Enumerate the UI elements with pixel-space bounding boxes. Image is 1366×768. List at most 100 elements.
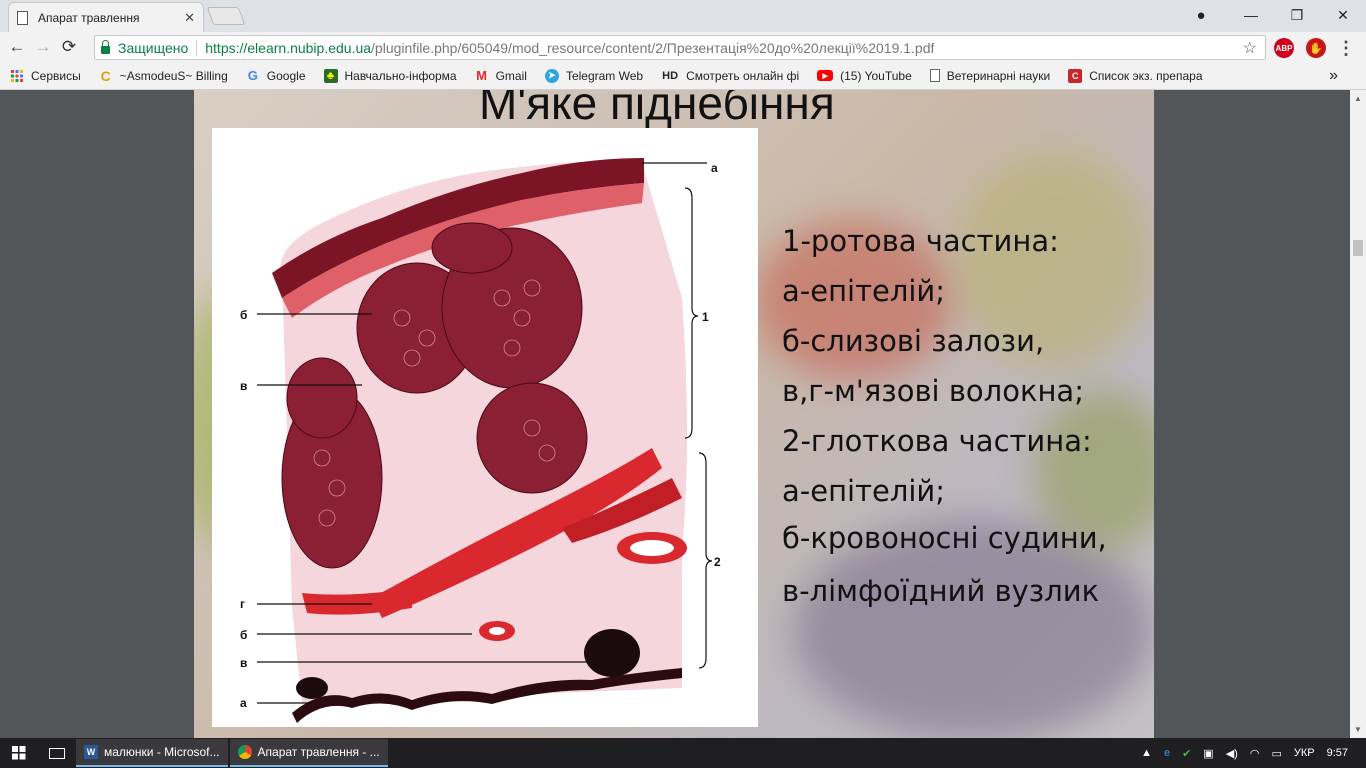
label-b-top: б — [240, 308, 247, 322]
label-b-bottom: б — [240, 628, 247, 642]
bookmark-label: Ветеринарні науки — [946, 68, 1051, 83]
bookmark-label: Навчально-інформа — [344, 68, 457, 83]
slide-line: в,г-м'язові волокна; — [782, 374, 1084, 408]
taskbar-word-window[interactable]: W малюнки - Microsof... — [76, 739, 228, 767]
bookmark-label: Google — [266, 68, 306, 83]
browser-toolbar: ← → ⟳ Защищено https://elearn.nubip.edu.… — [0, 32, 1366, 62]
bookmark-youtube[interactable]: ▶ (15) YouTube — [817, 69, 912, 83]
label-a-bottom: а — [240, 696, 247, 710]
taskbar: W малюнки - Microsof... Апарат травлення… — [0, 738, 1366, 768]
battery-icon[interactable]: ▭ — [1271, 747, 1281, 760]
volume-icon[interactable]: ◀) — [1226, 747, 1238, 760]
slide-line: в-лімфоїдний вузлик — [782, 574, 1100, 608]
abp-icon[interactable]: ABP — [1274, 38, 1294, 58]
start-button[interactable] — [0, 738, 38, 768]
taskbar-chrome-window[interactable]: Апарат травлення - ... — [229, 739, 388, 767]
new-tab-button[interactable] — [206, 7, 246, 25]
restore-button[interactable]: ❐ — [1274, 0, 1320, 30]
tab-close-icon[interactable]: ✕ — [184, 10, 195, 26]
bookmark-veterinary[interactable]: Ветеринарні науки — [929, 68, 1051, 83]
scroll-up-icon[interactable]: ▲ — [1354, 94, 1362, 103]
tab-strip: Апарат травлення ✕ ● — ❐ ✕ — [0, 0, 1366, 32]
address-bar[interactable]: Защищено https://elearn.nubip.edu.ua /pl… — [94, 35, 1266, 60]
label-v-bottom: в — [240, 656, 247, 670]
slide-line: б-слизові залози, — [782, 324, 1045, 358]
forward-button[interactable]: → — [30, 34, 56, 60]
bookmark-label: Список экз. препара — [1089, 68, 1203, 83]
windows-icon — [12, 746, 26, 760]
wifi-icon[interactable]: ◠ — [1250, 747, 1260, 760]
youtube-icon: ▶ — [817, 70, 834, 81]
bookmark-label: Сервисы — [31, 68, 81, 83]
browser-tab[interactable]: Апарат травлення ✕ — [8, 2, 204, 32]
label-g: г — [240, 597, 245, 611]
label-v-top: в — [240, 379, 247, 393]
university-icon: ♣ — [323, 68, 338, 83]
task-view-icon — [49, 747, 65, 759]
soft-palate-diagram: а б в 1 2 г б в а — [240, 158, 721, 723]
back-button[interactable]: ← — [4, 34, 30, 60]
scroll-thumb[interactable] — [1353, 240, 1363, 256]
bookmarks-overflow-button[interactable]: » — [1329, 67, 1338, 85]
bookmark-exam-list[interactable]: C Список экз. препара — [1068, 68, 1203, 83]
label-two: 2 — [714, 555, 721, 569]
bookmark-label: Gmail — [495, 68, 527, 83]
pdf-page: М'яке піднебіння а б в 1 2 г б в а 1-рот… — [194, 90, 1154, 738]
pdf-viewer: М'яке піднебіння а б в 1 2 г б в а 1-рот… — [0, 90, 1366, 738]
separator — [196, 39, 198, 56]
bookmark-label: Telegram Web — [565, 68, 644, 83]
edge-icon[interactable]: e — [1164, 747, 1170, 759]
apps-icon — [10, 69, 24, 83]
bookmark-label: Смотреть онлайн фі — [686, 68, 800, 83]
document-icon — [17, 10, 28, 25]
scroll-down-icon[interactable]: ▼ — [1354, 725, 1362, 734]
bookmark-apps[interactable]: Сервисы — [10, 69, 81, 83]
chrome-icon — [237, 745, 252, 759]
telegram-icon: ➤ — [544, 68, 559, 83]
google-icon: G — [247, 68, 258, 83]
label-one: 1 — [702, 310, 709, 324]
bookmark-label: (15) YouTube — [840, 68, 912, 83]
tray-overflow-icon[interactable]: ▲ — [1141, 747, 1152, 759]
bookmark-gmail[interactable]: M Gmail — [475, 68, 527, 83]
slide-line: 2-глоткова частина: — [782, 424, 1092, 458]
bookmark-star-icon[interactable]: ☆ — [1243, 38, 1257, 58]
url-path: /pluginfile.php/605049/mod_resource/cont… — [371, 39, 935, 56]
ublock-icon[interactable]: ✋ — [1306, 38, 1326, 58]
slide-line: б-кровоносні судини, — [782, 521, 1107, 555]
slide-line: 1-ротова частина: — [782, 224, 1059, 258]
bookmark-google[interactable]: G Google — [246, 68, 306, 83]
window-close-button[interactable]: ✕ — [1320, 0, 1366, 30]
network-icon[interactable]: ▣ — [1203, 747, 1213, 760]
slide-text: 1-ротова частина: а-епітелій; б-слизові … — [782, 216, 1142, 616]
task-view-button[interactable] — [38, 738, 76, 768]
slide-line: а-епітелій; — [782, 474, 946, 508]
url-host: https://elearn.nubip.edu.ua — [205, 39, 372, 56]
task-label: Апарат травлення - ... — [257, 745, 380, 759]
profile-icon[interactable]: ● — [1178, 0, 1224, 30]
lock-icon — [101, 39, 110, 54]
bookmark-university[interactable]: ♣ Навчально-інформа — [323, 68, 457, 83]
menu-icon[interactable]: ⋮ — [1336, 38, 1356, 58]
pdf-scrollbar[interactable]: ▲ ▼ — [1350, 90, 1366, 738]
label-a-top: а — [711, 161, 718, 175]
minimize-button[interactable]: — — [1228, 0, 1274, 30]
language-indicator[interactable]: УКР — [1294, 747, 1315, 759]
clock[interactable]: 9:57 — [1327, 747, 1348, 759]
tab-title: Апарат травлення — [38, 10, 140, 25]
task-label: малюнки - Microsof... — [104, 745, 220, 759]
bookmark-billing[interactable]: C ~AsmodeuS~ Billing — [99, 67, 228, 84]
bookmark-hd[interactable]: HD Смотреть онлайн фі — [661, 69, 799, 83]
hd-icon: HD — [662, 69, 679, 82]
word-icon: W — [84, 745, 98, 759]
slide-line: а-епітелій; — [782, 274, 946, 308]
slide-title: М'яке піднебіння — [479, 90, 835, 129]
bookmark-telegram[interactable]: ➤ Telegram Web — [544, 68, 644, 83]
reload-button[interactable]: ⟳ — [56, 34, 82, 60]
billing-icon: C — [100, 67, 111, 84]
system-tray: ▲ e ✔ ▣ ◀) ◠ ▭ УКР 9:57 — [1135, 738, 1366, 768]
update-icon[interactable]: ✔ — [1182, 747, 1191, 760]
bookmarks-bar: Сервисы C ~AsmodeuS~ Billing G Google ♣ … — [0, 62, 1366, 90]
page-icon — [929, 69, 940, 82]
list-icon: C — [1068, 68, 1083, 83]
